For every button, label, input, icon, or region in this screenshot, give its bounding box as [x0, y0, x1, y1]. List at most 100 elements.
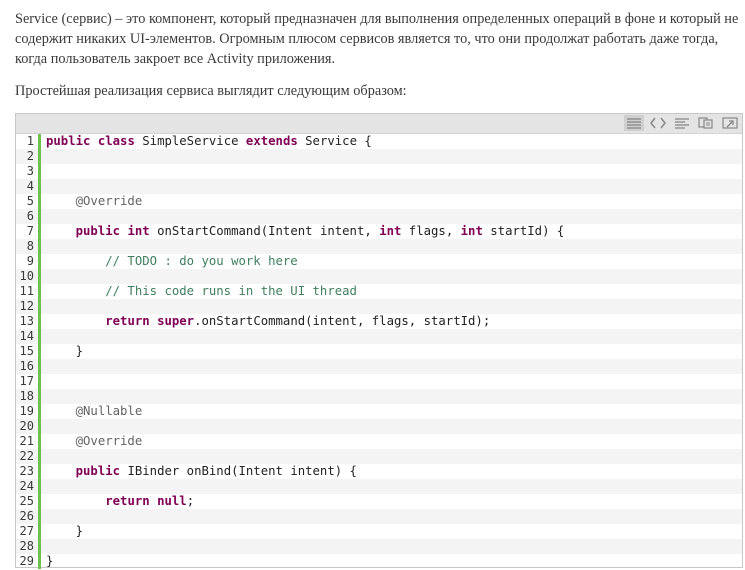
line-number: 27	[16, 524, 41, 539]
code-line: 19 @Nullable	[16, 404, 742, 419]
code-text: public IBinder onBind(Intent intent) {	[41, 464, 357, 479]
code-line: 11 // This code runs in the UI thread	[16, 284, 742, 299]
code-token: @Override	[46, 434, 143, 448]
wrap-icon[interactable]	[672, 115, 692, 131]
code-token: public	[75, 464, 121, 478]
line-number: 19	[16, 404, 41, 419]
code-token: flags,	[401, 224, 461, 238]
code-line: 18	[16, 389, 742, 404]
line-number: 4	[16, 179, 41, 194]
code-line: 10	[16, 269, 742, 284]
code-token: return	[105, 314, 150, 328]
article-intro: Service (сервис) – это компонент, которы…	[15, 11, 739, 67]
popup-icon[interactable]	[720, 115, 740, 131]
code-line: 29}	[16, 554, 742, 569]
code-text: }	[41, 554, 53, 569]
code-token: // This code runs in the UI thread	[46, 284, 357, 298]
code-text: // This code runs in the UI thread	[41, 284, 357, 299]
code-text: @Override	[41, 194, 143, 209]
line-number: 11	[16, 284, 41, 299]
code-line: 1 public class SimpleService extends Serv…	[16, 134, 742, 149]
code-text: return null;	[41, 494, 194, 509]
code-token: class	[97, 134, 135, 148]
code-line: 24	[16, 479, 742, 494]
line-number: 12	[16, 299, 41, 314]
line-number: 2	[16, 149, 41, 164]
code-line: 4	[16, 179, 742, 194]
line-number: 28	[16, 539, 41, 554]
line-number: 25	[16, 494, 41, 509]
code-lines: 1 public class SimpleService extends Serv…	[16, 134, 742, 569]
code-line: 7 public int onStartCommand(Intent inten…	[16, 224, 742, 239]
line-number: 1	[16, 134, 41, 149]
line-number: 10	[16, 269, 41, 284]
code-line: 9 // TODO : do you work here	[16, 254, 742, 269]
code-text: // TODO : do you work here	[41, 254, 298, 269]
code-line: 2	[16, 149, 742, 164]
code-token: public	[75, 224, 121, 238]
code-token: Service {	[297, 134, 372, 148]
code-token: // TODO : do you work here	[46, 254, 298, 268]
code-token: }	[46, 524, 84, 538]
code-line: 16	[16, 359, 742, 374]
code-token: return	[105, 494, 150, 508]
code-token: }	[46, 554, 54, 568]
article-lead: Простейшая реализация сервиса выглядит с…	[15, 83, 407, 99]
line-number: 23	[16, 464, 41, 479]
code-line: 23 public IBinder onBind(Intent intent) …	[16, 464, 742, 479]
code-token: startId) {	[482, 224, 565, 238]
line-number: 24	[16, 479, 41, 494]
line-number: 26	[16, 509, 41, 524]
code-token: onStartCommand(Intent intent,	[149, 224, 380, 238]
code-token: int	[379, 224, 402, 238]
code-line: 27 }	[16, 524, 742, 539]
copy-icon[interactable]	[696, 115, 716, 131]
code-token: int	[460, 224, 483, 238]
code-text: public class SimpleService extends Servi…	[41, 134, 372, 149]
line-number: 15	[16, 344, 41, 359]
code-token: public	[46, 134, 91, 148]
code-token: ;	[186, 494, 195, 508]
code-line: 12	[16, 299, 742, 314]
code-line: 13 return super.onStartCommand(intent, f…	[16, 314, 742, 329]
line-number: 29	[16, 554, 41, 569]
code-line: 22	[16, 449, 742, 464]
line-number: 6	[16, 209, 41, 224]
line-number: 7	[16, 224, 41, 239]
line-number: 13	[16, 314, 41, 329]
code-text: }	[41, 524, 83, 539]
code-token: super	[157, 314, 195, 328]
view-source-icon[interactable]	[624, 115, 644, 131]
code-line: 26	[16, 509, 742, 524]
highlight-icon[interactable]	[648, 115, 668, 131]
line-number: 8	[16, 239, 41, 254]
code-line: 21 @Override	[16, 434, 742, 449]
code-text: }	[41, 344, 83, 359]
code-line: 5 @Override	[16, 194, 742, 209]
line-number: 14	[16, 329, 41, 344]
code-line: 20	[16, 419, 742, 434]
code-text: return super.onStartCommand(intent, flag…	[41, 314, 490, 329]
code-line: 6	[16, 209, 742, 224]
line-number: 5	[16, 194, 41, 209]
line-number: 17	[16, 374, 41, 389]
code-line: 14	[16, 329, 742, 344]
line-number: 16	[16, 359, 41, 374]
code-text: @Override	[41, 434, 143, 449]
